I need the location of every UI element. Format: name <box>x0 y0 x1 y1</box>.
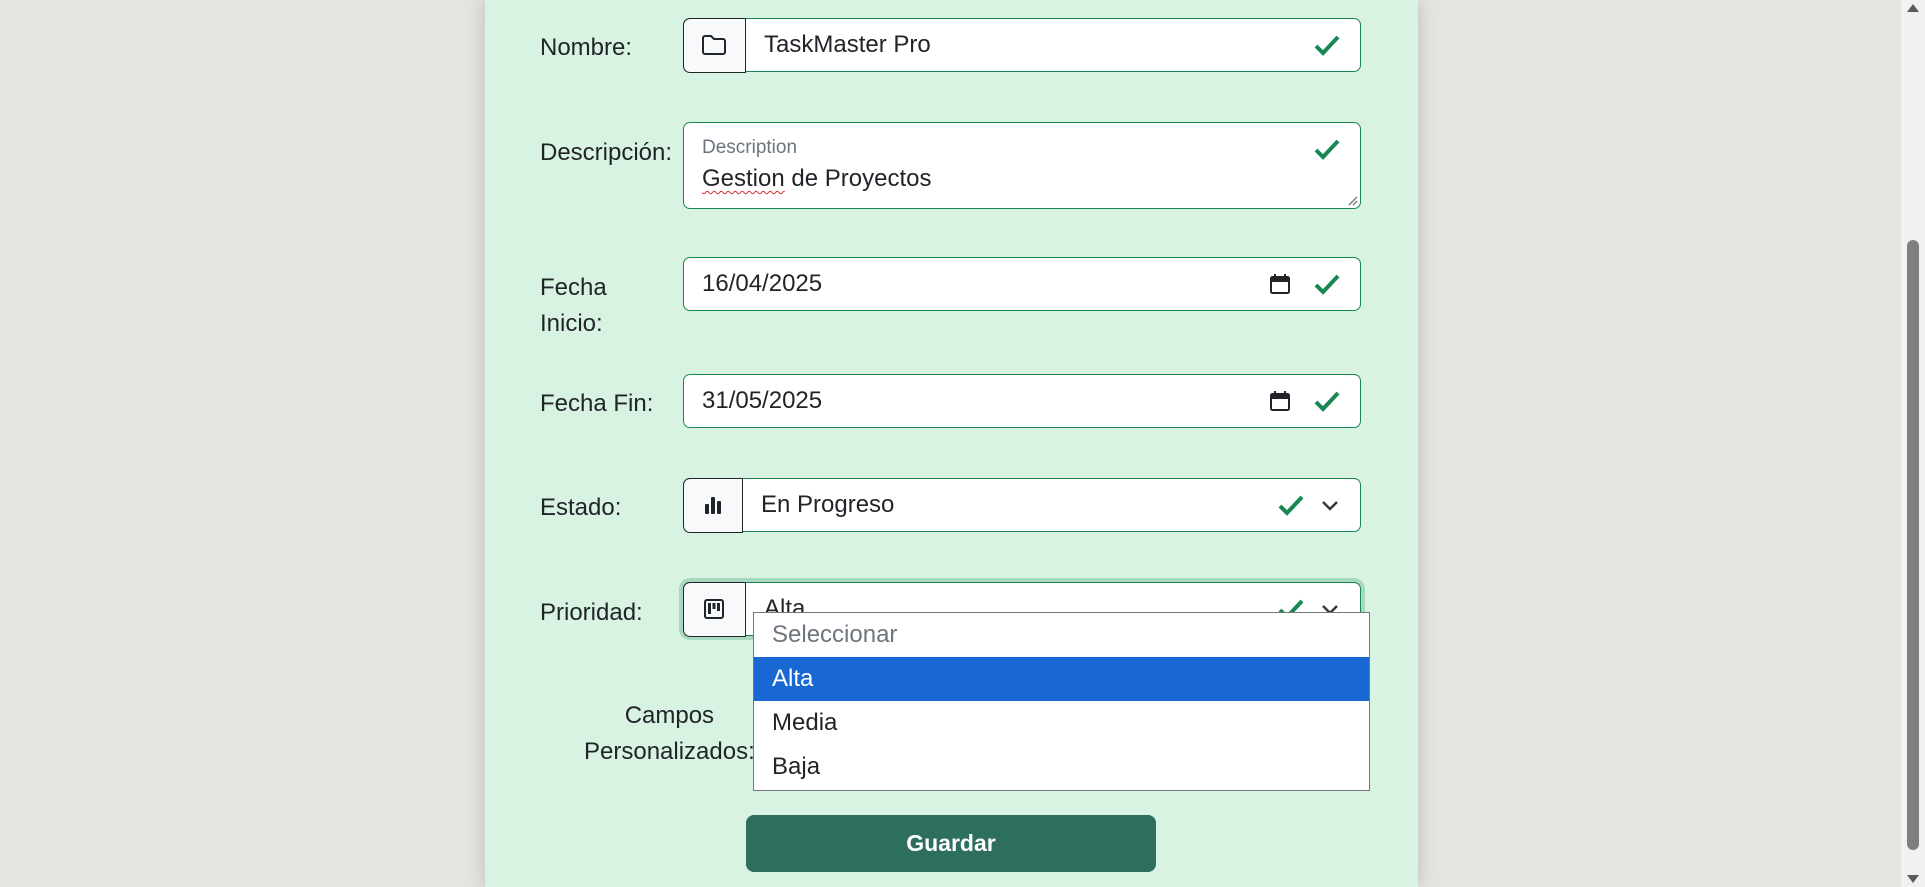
calendar-icon[interactable] <box>1268 389 1292 413</box>
descripcion-label: Descripción: <box>540 139 673 166</box>
estado-label: Estado: <box>540 494 622 521</box>
resize-handle-icon[interactable] <box>1346 194 1358 206</box>
bar-chart-icon <box>682 477 743 533</box>
campos-personalizados-label: Campos Personalizados: <box>584 702 755 765</box>
scrollbar[interactable] <box>1901 0 1925 887</box>
check-icon <box>1314 139 1340 160</box>
check-icon <box>1314 274 1340 295</box>
kanban-icon <box>682 581 746 637</box>
nombre-field[interactable]: TaskMaster Pro <box>682 17 1361 73</box>
dropdown-option[interactable]: Media <box>754 701 1369 745</box>
dropdown-option[interactable]: Seleccionar <box>754 613 1369 657</box>
estado-select[interactable]: En Progreso <box>682 477 1361 533</box>
nombre-label: Nombre: <box>540 34 633 61</box>
description-floating-label: Description <box>702 137 798 158</box>
check-icon <box>1314 391 1340 412</box>
descripcion-value: Gestion de Proyectos <box>702 165 932 192</box>
fecha-inicio-value: 16/04/2025 <box>702 270 823 297</box>
check-icon <box>1314 35 1340 56</box>
descripcion-field[interactable]: Description Gestion de Proyectos <box>683 122 1361 209</box>
fecha-fin-label: Fecha Fin: <box>540 390 654 417</box>
scrollbar-thumb[interactable] <box>1907 240 1919 850</box>
scroll-down-icon[interactable] <box>1907 875 1919 883</box>
fecha-inicio-field[interactable]: 16/04/2025 <box>683 257 1361 311</box>
fecha-inicio-label: Fecha Inicio: <box>540 274 607 337</box>
prioridad-dropdown-list: Seleccionar Alta Media Baja <box>753 612 1370 791</box>
dropdown-option[interactable]: Baja <box>754 745 1369 789</box>
estado-value: En Progreso <box>761 491 895 518</box>
fecha-fin-field[interactable]: 31/05/2025 <box>683 374 1361 428</box>
scroll-up-icon[interactable] <box>1907 4 1919 12</box>
fecha-fin-value: 31/05/2025 <box>702 387 823 414</box>
folder-icon <box>682 17 746 73</box>
nombre-value: TaskMaster Pro <box>764 31 931 58</box>
save-button[interactable]: Guardar <box>746 815 1156 872</box>
calendar-icon[interactable] <box>1268 272 1292 296</box>
dropdown-option[interactable]: Alta <box>754 657 1369 701</box>
chevron-down-icon[interactable] <box>1320 497 1340 513</box>
prioridad-label: Prioridad: <box>540 599 643 626</box>
check-icon <box>1278 495 1304 516</box>
